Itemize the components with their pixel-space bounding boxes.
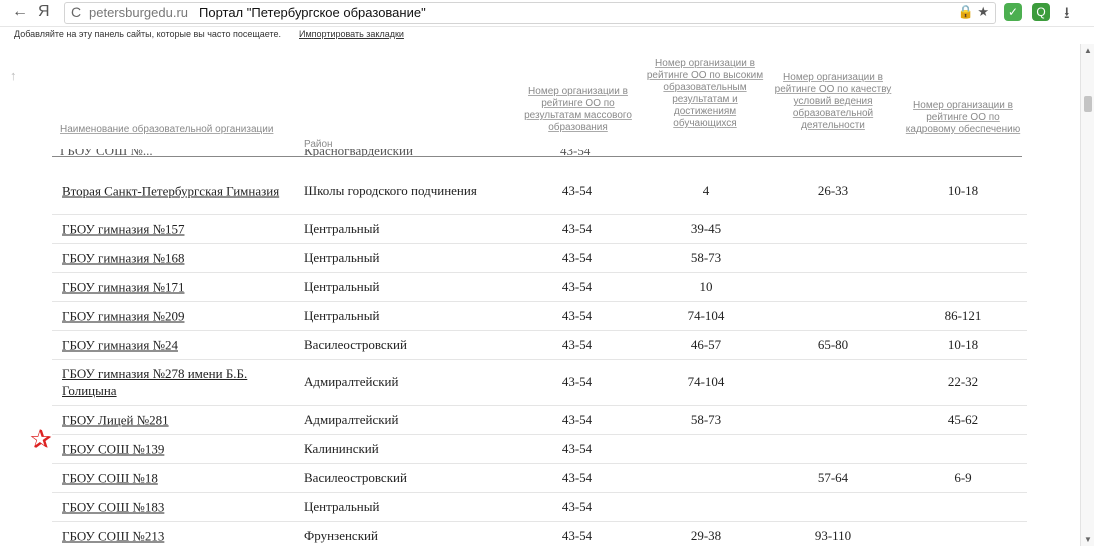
- star-icon: ✰: [30, 424, 52, 454]
- back-arrow-icon[interactable]: ←: [12, 3, 28, 21]
- vertical-scrollbar[interactable]: ▲ ▼: [1080, 44, 1094, 546]
- district-cell: Центральный: [304, 307, 380, 323]
- rating-mass-cell: 43-54: [561, 249, 593, 265]
- table-row: ГБОУ СОШ №139 Калининский 43-54: [52, 434, 1027, 464]
- scroll-down-icon[interactable]: ▼: [1084, 535, 1092, 544]
- district-cell: Центральный: [304, 220, 380, 236]
- rating-mass-cell: 43-54: [561, 278, 593, 294]
- org-name-link[interactable]: Вторая Санкт-Петербургская Гимназия: [62, 183, 292, 200]
- header-rating-achievements[interactable]: Номер организации в рейтинге ОО по высок…: [645, 58, 765, 130]
- rating-staff-cell: 86-121: [944, 307, 982, 323]
- org-name-link[interactable]: ГБОУ гимназия №157: [62, 220, 292, 237]
- rating-achievements-cell: 74-104: [687, 307, 725, 323]
- header-name[interactable]: Наименование образовательной организации: [60, 124, 280, 136]
- yandex-logo-icon[interactable]: Я: [38, 3, 50, 21]
- org-name-link[interactable]: ГБОУ СОШ №183: [62, 498, 292, 515]
- header-divider: [52, 156, 1022, 157]
- district-cell: Школы городского подчинения: [304, 183, 477, 198]
- table-row: ГБОУ гимназия №278 имени Б.Б. Голицына Ад…: [52, 359, 1027, 406]
- district-cell: Центральный: [304, 249, 380, 265]
- header-rating-mass[interactable]: Номер организации в рейтинге ОО по резул…: [518, 86, 638, 134]
- district-cell: Центральный: [304, 498, 380, 514]
- table-row: Вторая Санкт-Петербургская Гимназия Школы…: [52, 168, 1027, 215]
- rating-achievements-cell: 29-38: [690, 527, 722, 543]
- org-name-link[interactable]: ГБОУ СОШ №18: [62, 469, 292, 486]
- rating-staff-cell: 10-18: [947, 336, 979, 352]
- rating-conditions-cell: 93-110: [814, 527, 852, 543]
- address-bar[interactable]: C petersburgedu.ru Портал "Петербургское…: [64, 2, 996, 24]
- district-cell: Адмиралтейский: [304, 374, 399, 389]
- table-row: ГБОУ СОШ №18 Василеостровский 43-54 57-64 6-…: [52, 463, 1027, 493]
- org-name-link[interactable]: ГБОУ гимназия №171: [62, 278, 292, 295]
- rating-mass-cell: 43-54: [561, 220, 593, 236]
- rating-conditions-cell: 57-64: [817, 469, 849, 485]
- extension-search-icon[interactable]: Q: [1032, 3, 1050, 21]
- page-content: ↑ Наименование образовательной организац…: [0, 44, 1080, 546]
- table-row: ГБОУ гимназия №171 Центральный 43-54 10: [52, 272, 1027, 302]
- rating-mass-cell: 43-54: [561, 183, 593, 198]
- scrollbar-thumb[interactable]: [1084, 96, 1092, 112]
- rating-achievements-cell: 74-104: [687, 374, 725, 389]
- rating-mass-cell: 43-54: [561, 527, 593, 543]
- org-name-link[interactable]: ГБОУ гимназия №278 имени Б.Б. Голицына: [62, 365, 292, 399]
- table-row: ГБОУ гимназия №157 Центральный 43-54 39-45: [52, 214, 1027, 244]
- table-row: ГБОУ гимназия №168 Центральный 43-54 58-73: [52, 243, 1027, 273]
- table-row: ГБОУ СОШ №183 Центральный 43-54: [52, 492, 1027, 522]
- rating-achievements-cell: 58-73: [690, 249, 722, 265]
- rating-achievements-cell: 39-45: [690, 220, 722, 236]
- rating-mass-cell: 43-54: [561, 469, 593, 485]
- rating-mass-cell: 43-54: [561, 336, 593, 352]
- district-cell: Центральный: [304, 278, 380, 294]
- district-cell: Василеостровский: [304, 469, 407, 485]
- district-cell: Адмиралтейский: [304, 411, 399, 427]
- rating-achievements-cell: 10: [699, 278, 713, 294]
- rating-staff-cell: 10-18: [947, 183, 979, 198]
- reload-icon[interactable]: C: [71, 4, 81, 20]
- table-row: ГБОУ гимназия №24 Василеостровский 43-54 46…: [52, 330, 1027, 360]
- rating-achievements-cell: 4: [702, 183, 710, 198]
- rating-staff-cell: 6-9: [954, 469, 972, 485]
- rating-conditions-cell: 65-80: [817, 336, 849, 352]
- url-domain: petersburgedu.ru: [89, 5, 189, 20]
- table-row: ГБОУ гимназия №209 Центральный 43-54 74-104…: [52, 301, 1027, 331]
- bookmark-star-icon[interactable]: 🔒 ★: [958, 4, 989, 20]
- rating-mass-cell: 43-54: [561, 440, 593, 456]
- table-row: ГБОУ СОШ №213 Фрунзенский 43-54 29-38 93-110: [52, 521, 1027, 546]
- org-name-link[interactable]: ГБОУ гимназия №209: [62, 307, 292, 324]
- district-cell: Калининский: [304, 440, 379, 456]
- rating-conditions-cell: 26-33: [817, 183, 849, 198]
- rating-mass-cell: 43-54: [561, 307, 593, 323]
- org-name-link[interactable]: ГБОУ гимназия №168: [62, 249, 292, 266]
- rating-staff-cell: 22-32: [947, 374, 979, 389]
- import-bookmarks-link[interactable]: Импортировать закладки: [299, 29, 404, 39]
- download-icon[interactable]: ⭳: [1064, 2, 1070, 29]
- bookmarks-bar: Добавляйте на эту панель сайты, которые …: [0, 27, 1094, 43]
- rating-achievements-cell: 46-57: [690, 336, 722, 352]
- rating-staff-cell: 45-62: [947, 411, 979, 427]
- org-name-link[interactable]: ГБОУ Лицей №281: [62, 411, 292, 428]
- rating-mass-cell: 43-54: [561, 498, 593, 514]
- scroll-up-arrow-icon[interactable]: ↑: [10, 68, 17, 83]
- bookmarks-message: Добавляйте на эту панель сайты, которые …: [14, 29, 281, 39]
- district-cell: Василеостровский: [304, 336, 407, 352]
- rating-mass-cell: 43-54: [561, 374, 593, 389]
- extension-shield-icon[interactable]: ✓: [1004, 3, 1022, 21]
- rating-achievements-cell: 58-73: [690, 411, 722, 427]
- page-title: Портал "Петербургское образование": [199, 5, 426, 20]
- header-rating-conditions[interactable]: Номер организации в рейтинге ОО по качес…: [772, 72, 894, 132]
- header-rating-staff[interactable]: Номер организации в рейтинге ОО по кадро…: [902, 100, 1024, 136]
- org-name-link[interactable]: ГБОУ СОШ №139: [62, 440, 292, 457]
- district-cell: Фрунзенский: [304, 527, 378, 543]
- org-name-link[interactable]: ГБОУ гимназия №24: [62, 336, 292, 353]
- browser-toolbar: ← Я C petersburgedu.ru Портал "Петербург…: [0, 0, 1094, 27]
- scroll-up-icon[interactable]: ▲: [1084, 46, 1092, 55]
- table-row: ГБОУ Лицей №281 Адмиралтейский 43-54 58-73 4…: [52, 405, 1027, 435]
- org-name-link[interactable]: ГБОУ СОШ №213: [62, 527, 292, 544]
- rating-mass-cell: 43-54: [561, 411, 593, 427]
